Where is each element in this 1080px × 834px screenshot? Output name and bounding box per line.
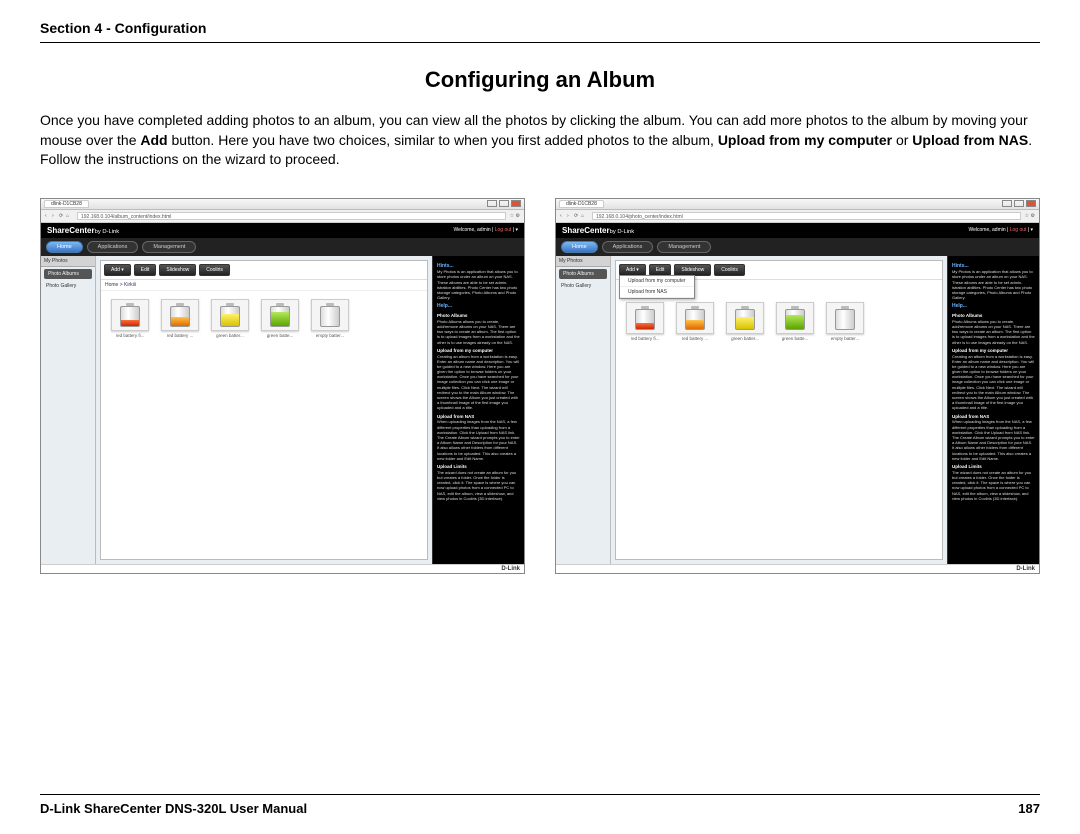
sidebar-item-gallery[interactable]: Photo Gallery — [556, 281, 610, 291]
slideshow-button[interactable]: Slideshow — [159, 264, 196, 276]
upld-body: The wizard does not create an album for … — [437, 470, 516, 501]
dropdown-upload-computer[interactable]: Upload from my computer — [620, 276, 694, 287]
toolbar: Add ▾ Edit Slideshow Cooliris — [101, 261, 427, 280]
add-button[interactable]: Add ▾ — [104, 264, 131, 276]
help-panel: Hints... My Photos is an application tha… — [432, 256, 524, 564]
help-heading: Help... — [437, 303, 520, 310]
thumb-5[interactable]: empty batter... — [309, 299, 351, 338]
upn-body: When uploading images from the NAS, a fe… — [952, 419, 1035, 460]
brand-sub: by D-Link — [610, 229, 635, 235]
main-panel: Add ▾ Edit Slideshow Cooliris Home > Kir… — [100, 260, 428, 560]
sidebar-item-gallery[interactable]: Photo Gallery — [41, 281, 95, 291]
footer-brand: D-Link — [41, 564, 524, 573]
window-controls — [487, 200, 521, 207]
sidebar-item-albums[interactable]: Photo Albums — [44, 269, 92, 279]
add-bold: Add — [140, 132, 167, 148]
thumb-4[interactable]: green batte... — [774, 302, 816, 341]
upn-body: When uploading images from the NAS, a fe… — [437, 419, 520, 460]
app-header: ShareCenterby D-Link Welcome, admin | Lo… — [556, 223, 1039, 238]
upld-body: The wizard does not create an album for … — [952, 470, 1031, 501]
dropdown-upload-nas[interactable]: Upload from NAS — [620, 287, 694, 298]
welcome-text: Welcome, admin | — [968, 227, 1009, 233]
sidebar-header: My Photos — [556, 256, 610, 267]
address-bar: ‹›⟳⌂ 192.168.0.104/album_content/index.h… — [41, 210, 524, 223]
url-field: 192.168.0.104/album_content/index.html — [77, 212, 506, 220]
upc-body2: You will be guided to a new window. Here… — [437, 359, 519, 411]
help-panel: Hints... My Photos is an application tha… — [947, 256, 1039, 564]
pa-body: Photo Albums allows you to create, add/r… — [952, 319, 1035, 345]
text: button. Here you have two choices, simil… — [168, 132, 718, 148]
window-titlebar: dlink-D1CB28 — [556, 199, 1039, 210]
header-rule — [40, 42, 1040, 43]
sidebar: My Photos Photo Albums Photo Gallery — [41, 256, 96, 564]
pa-body: Photo Albums allows you to create, add/r… — [437, 319, 520, 345]
url-field: 192.168.0.104/photo_center/index.html — [592, 212, 1021, 220]
thumb-2[interactable]: red battery ... — [159, 299, 201, 338]
welcome-text: Welcome, admin | — [453, 227, 494, 233]
thumb-1[interactable]: red battery fi... — [624, 302, 666, 341]
brand: ShareCenter — [47, 226, 95, 235]
tab-management[interactable]: Management — [142, 241, 196, 253]
window-titlebar: dlink-D1CB28 — [41, 199, 524, 210]
upc-body2: You will be guided to a new window. Here… — [952, 359, 1034, 411]
logout-link[interactable]: Log out — [495, 227, 512, 233]
tab-home[interactable]: Home — [46, 241, 83, 253]
cooliris-button[interactable]: Cooliris — [199, 264, 230, 276]
footer-brand: D-Link — [556, 564, 1039, 573]
tab-applications[interactable]: Applications — [87, 241, 139, 253]
screenshot-1: dlink-D1CB28 ‹›⟳⌂ 192.168.0.104/album_co… — [40, 198, 525, 574]
body-paragraph: Once you have completed adding photos to… — [40, 111, 1040, 170]
hints-body: My Photos is an application that allows … — [952, 269, 1033, 300]
nav-tabs: Home Applications Management — [556, 238, 1039, 256]
thumb-1[interactable]: red battery fi... — [109, 299, 151, 338]
sidebar-header: My Photos — [41, 256, 95, 267]
opt1-bold: Upload from my computer — [718, 132, 892, 148]
address-bar: ‹›⟳⌂ 192.168.0.104/photo_center/index.ht… — [556, 210, 1039, 223]
page-footer: D-Link ShareCenter DNS-320L User Manual … — [40, 794, 1040, 816]
thumb-2[interactable]: red battery ... — [674, 302, 716, 341]
tab-applications[interactable]: Applications — [602, 241, 654, 253]
nav-tabs: Home Applications Management — [41, 238, 524, 256]
logout-link[interactable]: Log out — [1010, 227, 1027, 233]
sidebar-item-albums[interactable]: Photo Albums — [559, 269, 607, 279]
toolbar: Add ▾ Edit Slideshow Cooliris Upload fro… — [616, 261, 942, 280]
page-title: Configuring an Album — [40, 67, 1040, 93]
opt2-bold: Upload from NAS — [912, 132, 1028, 148]
app-header: ShareCenterby D-Link Welcome, admin | Lo… — [41, 223, 524, 238]
browser-tab: dlink-D1CB28 — [44, 200, 89, 208]
thumb-4[interactable]: green batte... — [259, 299, 301, 338]
tab-management[interactable]: Management — [657, 241, 711, 253]
help-heading: Help... — [952, 303, 1035, 310]
add-dropdown: Upload from my computer Upload from NAS — [619, 275, 695, 299]
thumb-3[interactable]: green batter... — [209, 299, 251, 338]
thumbnail-grid: red battery fi... red battery ... green … — [101, 291, 427, 346]
section-label: Section 4 - Configuration — [40, 20, 1040, 36]
sidebar: My Photos Photo Albums Photo Gallery — [556, 256, 611, 564]
tab-home[interactable]: Home — [561, 241, 598, 253]
window-controls — [1002, 200, 1036, 207]
footer-page: 187 — [1018, 801, 1040, 816]
thumb-5[interactable]: empty batter... — [824, 302, 866, 341]
thumb-3[interactable]: green batter... — [724, 302, 766, 341]
screenshot-2: dlink-D1CB28 ‹›⟳⌂ 192.168.0.104/photo_ce… — [555, 198, 1040, 574]
brand-sub: by D-Link — [95, 229, 120, 235]
hints-body: My Photos is an application that allows … — [437, 269, 518, 300]
edit-button[interactable]: Edit — [134, 264, 157, 276]
text: or — [892, 132, 912, 148]
main-panel: Add ▾ Edit Slideshow Cooliris Upload fro… — [615, 260, 943, 560]
brand: ShareCenter — [562, 226, 610, 235]
footer-manual: D-Link ShareCenter DNS-320L User Manual — [40, 801, 307, 816]
cooliris-button[interactable]: Cooliris — [714, 264, 745, 276]
breadcrumb: Home > Kirkiii — [101, 280, 427, 291]
browser-tab: dlink-D1CB28 — [559, 200, 604, 208]
